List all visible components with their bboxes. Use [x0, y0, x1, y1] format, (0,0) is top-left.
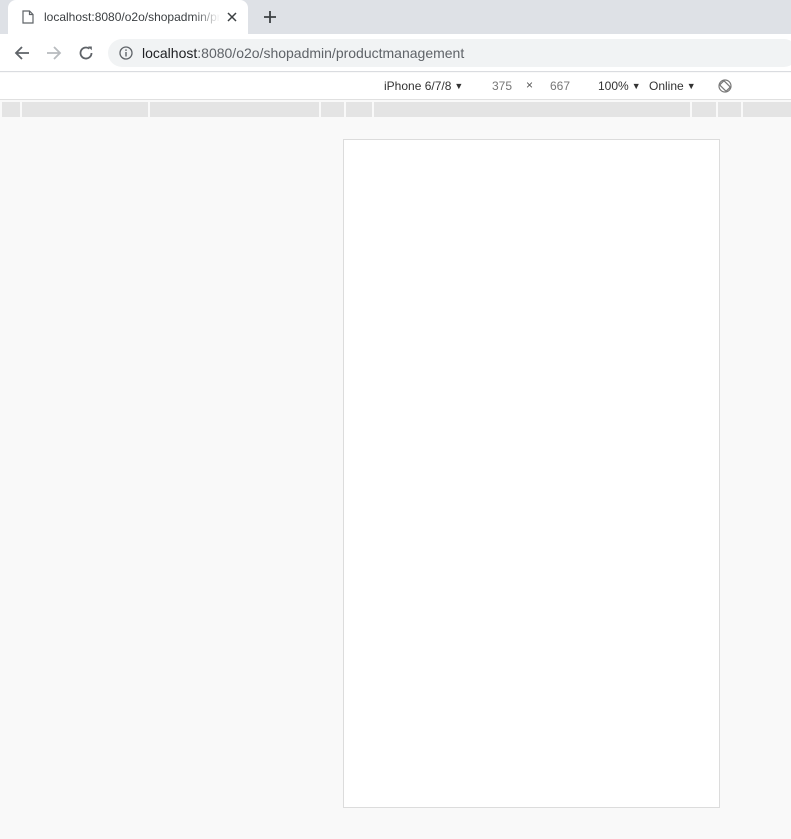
network-label: Online [649, 79, 684, 93]
arrow-left-icon[interactable] [11, 42, 33, 64]
ruler-segment[interactable] [346, 102, 372, 117]
width-input[interactable]: 375 [492, 79, 512, 93]
url-path: :8080/o2o/shopadmin/productmanagement [197, 45, 465, 61]
device-toolbar: iPhone 6/7/8 ▼ 375 × 667 100% ▼ Online ▼ [0, 73, 791, 100]
zoom-select[interactable]: 100% ▼ [598, 79, 641, 93]
info-icon[interactable] [118, 45, 134, 61]
ruler-segment[interactable] [718, 102, 741, 117]
ruler-segment[interactable] [150, 102, 319, 117]
ruler-segment[interactable] [743, 102, 791, 117]
ruler-segment[interactable] [321, 102, 344, 117]
browser-toolbar: localhost:8080/o2o/shopadmin/productmana… [0, 34, 791, 72]
height-input[interactable]: 667 [550, 79, 570, 93]
address-bar[interactable]: localhost:8080/o2o/shopadmin/productmana… [108, 39, 791, 67]
ruler-segment[interactable] [374, 102, 690, 117]
browser-tab[interactable]: localhost:8080/o2o/shopadmin/productmana… [8, 0, 248, 34]
chevron-down-icon: ▼ [631, 81, 641, 91]
page-icon [20, 9, 36, 25]
device-viewport[interactable] [343, 139, 720, 808]
media-query-ruler [0, 101, 791, 118]
rotate-icon[interactable] [717, 78, 733, 94]
ruler-segment[interactable] [22, 102, 148, 117]
arrow-right-icon[interactable] [43, 42, 65, 64]
chevron-down-icon: ▼ [686, 81, 696, 91]
device-select[interactable]: iPhone 6/7/8 ▼ [384, 79, 463, 93]
tab-title: localhost:8080/o2o/shopadmin/productmana… [44, 10, 220, 24]
close-icon[interactable] [224, 9, 240, 25]
url-host: localhost [142, 45, 198, 61]
chevron-down-icon: ▼ [454, 81, 464, 91]
reload-icon[interactable] [75, 42, 97, 64]
times-separator: × [526, 78, 534, 92]
url-text: localhost:8080/o2o/shopadmin/productmana… [142, 45, 464, 61]
zoom-label: 100% [598, 79, 629, 93]
device-label: iPhone 6/7/8 [384, 79, 452, 93]
ruler-segment[interactable] [2, 102, 20, 117]
plus-icon[interactable] [260, 7, 280, 27]
network-select[interactable]: Online ▼ [649, 79, 696, 93]
tab-strip: localhost:8080/o2o/shopadmin/productmana… [0, 0, 791, 34]
ruler-segment[interactable] [692, 102, 716, 117]
